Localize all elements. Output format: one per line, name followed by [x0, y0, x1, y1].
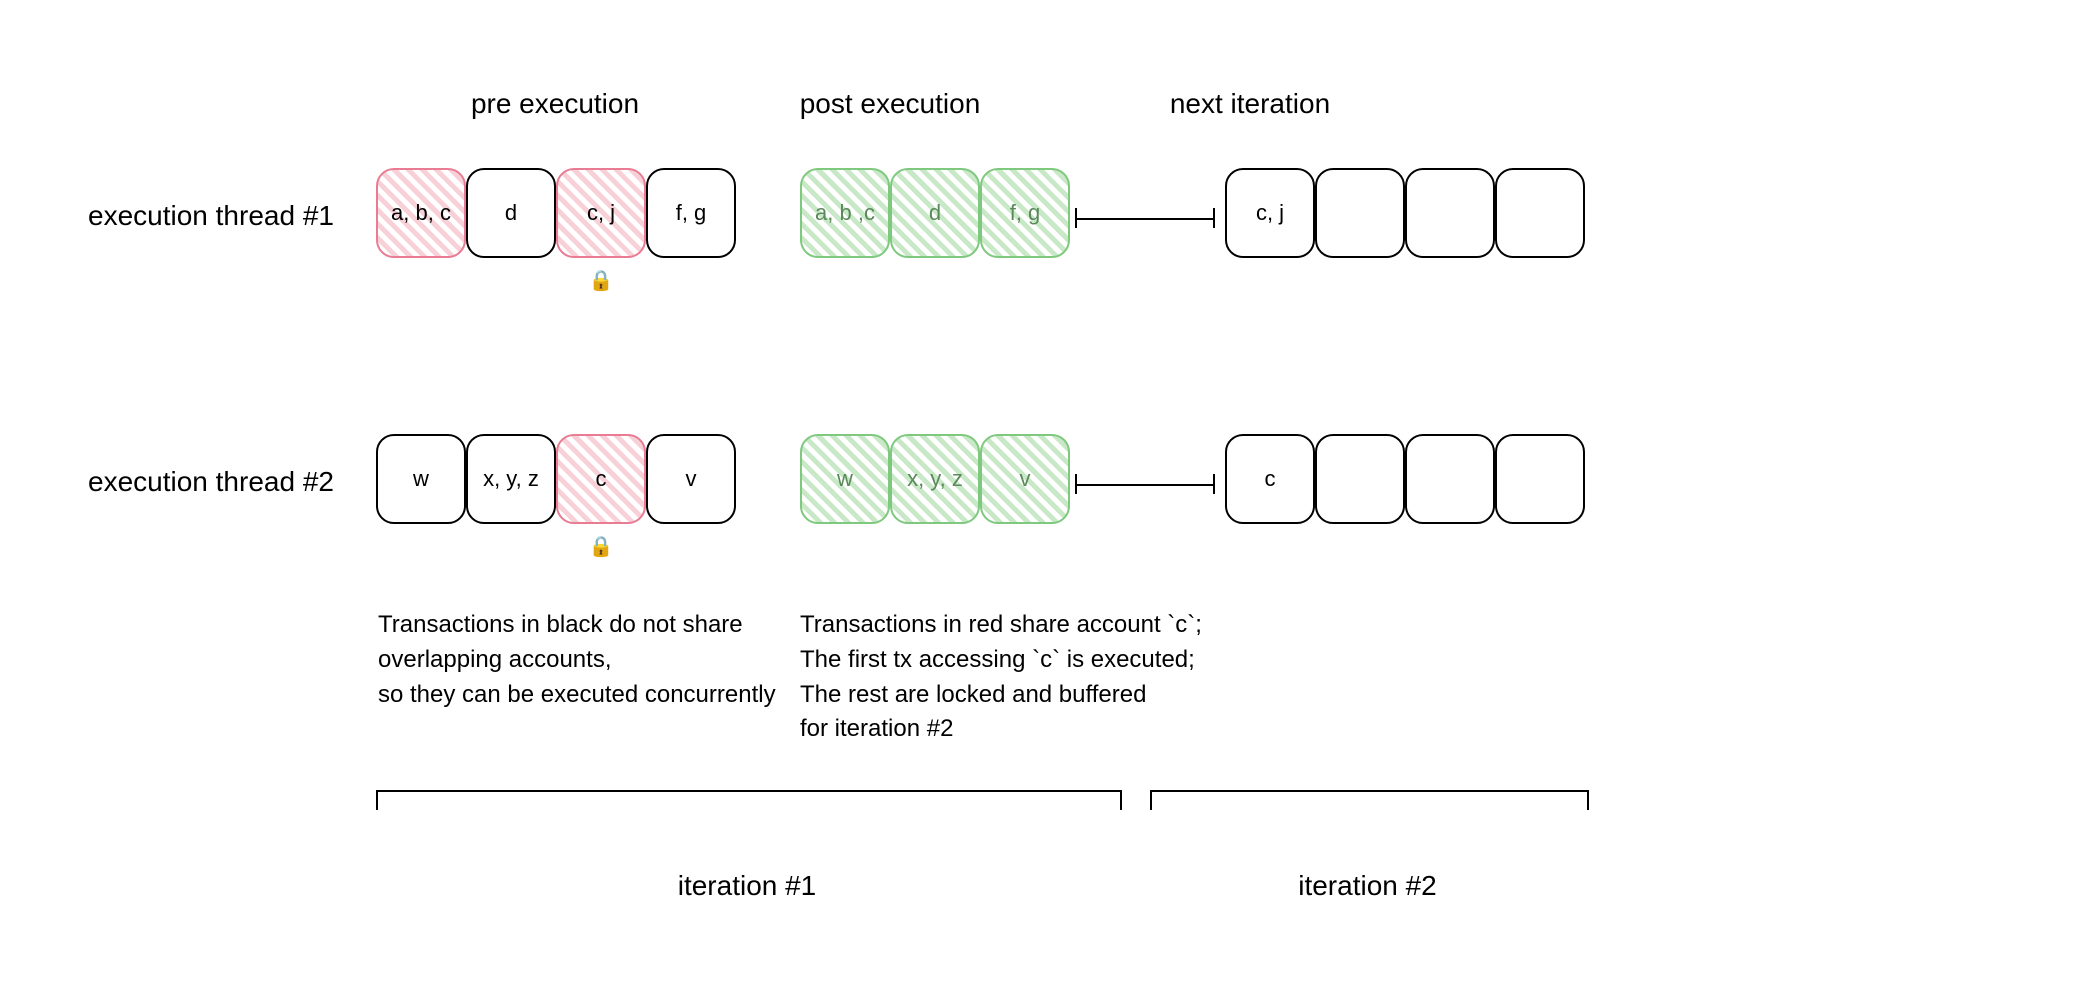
- t2-pre-box-1-label: x, y, z: [483, 466, 539, 492]
- t2-pre-box-0: w: [376, 434, 466, 524]
- t2-next-box-0-label: c: [1265, 466, 1276, 492]
- t2-post-box-0: w: [800, 434, 890, 524]
- t2-next-box-2: [1405, 434, 1495, 524]
- column-title-pre: pre execution: [405, 88, 705, 120]
- t1-pre-box-3-label: f, g: [676, 200, 707, 226]
- t1-next-box-2: [1405, 168, 1495, 258]
- t2-next-box-3: [1495, 434, 1585, 524]
- t2-pre-box-1: x, y, z: [466, 434, 556, 524]
- t2-pre-box-0-label: w: [413, 466, 429, 492]
- lock-icon: 🔒: [586, 268, 616, 293]
- bracket-iteration-1: [376, 790, 1122, 810]
- caption-left: Transactions in black do not share overl…: [378, 608, 848, 712]
- t1-post-box-1-label: d: [929, 200, 941, 226]
- t1-post-box-2-label: f, g: [1010, 200, 1041, 226]
- t1-pre-box-1-label: d: [505, 200, 517, 226]
- t1-next-box-1: [1315, 168, 1405, 258]
- t2-post-box-0-label: w: [837, 466, 853, 492]
- t1-next-box-0: c, j: [1225, 168, 1315, 258]
- t1-pre-box-2: c, j: [556, 168, 646, 258]
- connector-t1: [1075, 208, 1215, 228]
- row-label-thread-2: execution thread #2: [88, 466, 388, 498]
- t2-pre-box-2: c: [556, 434, 646, 524]
- row-label-thread-1: execution thread #1: [88, 200, 388, 232]
- t1-post-box-1: d: [890, 168, 980, 258]
- column-title-next: next iteration: [1100, 88, 1400, 120]
- column-title-post: post execution: [740, 88, 1040, 120]
- iteration-1-label: iteration #1: [376, 870, 1118, 902]
- lock-icon: 🔒: [586, 534, 616, 559]
- t1-post-box-2: f, g: [980, 168, 1070, 258]
- t2-post-box-1-label: x, y, z: [907, 466, 963, 492]
- caption-right: Transactions in red share account `c`; T…: [800, 608, 1320, 747]
- t1-pre-box-0: a, b, c: [376, 168, 466, 258]
- t2-next-box-0: c: [1225, 434, 1315, 524]
- t1-pre-box-3: f, g: [646, 168, 736, 258]
- t2-pre-box-2-label: c: [596, 466, 607, 492]
- t1-post-box-0: a, b ,c: [800, 168, 890, 258]
- t2-post-box-1: x, y, z: [890, 434, 980, 524]
- bracket-iteration-2: [1150, 790, 1589, 810]
- t2-pre-box-3: v: [646, 434, 736, 524]
- t2-pre-box-3-label: v: [686, 466, 697, 492]
- t1-pre-box-2-label: c, j: [587, 200, 615, 226]
- t1-post-box-0-label: a, b ,c: [815, 200, 875, 226]
- connector-t2: [1075, 474, 1215, 494]
- iteration-2-label: iteration #2: [1150, 870, 1585, 902]
- t1-next-box-3: [1495, 168, 1585, 258]
- t1-pre-box-1: d: [466, 168, 556, 258]
- t1-next-box-0-label: c, j: [1256, 200, 1284, 226]
- t2-post-box-2-label: v: [1020, 466, 1031, 492]
- t2-next-box-1: [1315, 434, 1405, 524]
- t2-post-box-2: v: [980, 434, 1070, 524]
- t1-pre-box-0-label: a, b, c: [391, 200, 451, 226]
